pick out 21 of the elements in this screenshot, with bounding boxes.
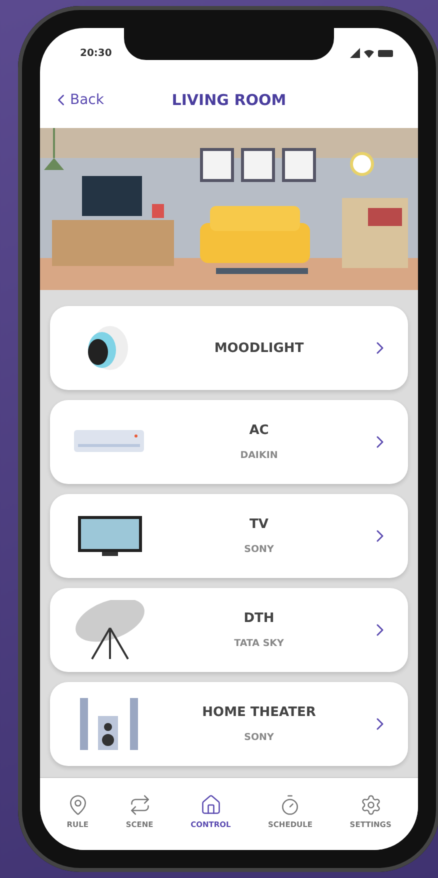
page-title: LIVING ROOM — [172, 91, 286, 109]
back-button[interactable]: Back — [52, 91, 104, 109]
device-name: AC — [249, 423, 269, 438]
device-name: TV — [250, 517, 268, 532]
device-card[interactable]: TV SONY — [50, 494, 408, 578]
device-brand: SONY — [244, 544, 274, 555]
status-time: 20:30 — [80, 48, 112, 58]
device-card[interactable]: HOME THEATER SONY — [50, 682, 408, 766]
device-name: DTH — [244, 611, 274, 626]
device-card[interactable]: MOODLIGHT — [50, 306, 408, 390]
repeat-icon — [128, 794, 151, 816]
device-card[interactable]: AC DAIKIN — [50, 400, 408, 484]
settings-icon — [360, 794, 382, 816]
device-name: HOME THEATER — [202, 705, 316, 720]
device-brand: DAIKIN — [240, 450, 278, 461]
device-brand: TATA SKY — [234, 638, 284, 649]
device-name: MOODLIGHT — [214, 340, 304, 356]
status-icons — [350, 48, 394, 58]
house-icon — [200, 794, 222, 816]
device-brand: SONY — [244, 732, 274, 743]
device-card[interactable]: DTH TATA SKY — [50, 588, 408, 672]
